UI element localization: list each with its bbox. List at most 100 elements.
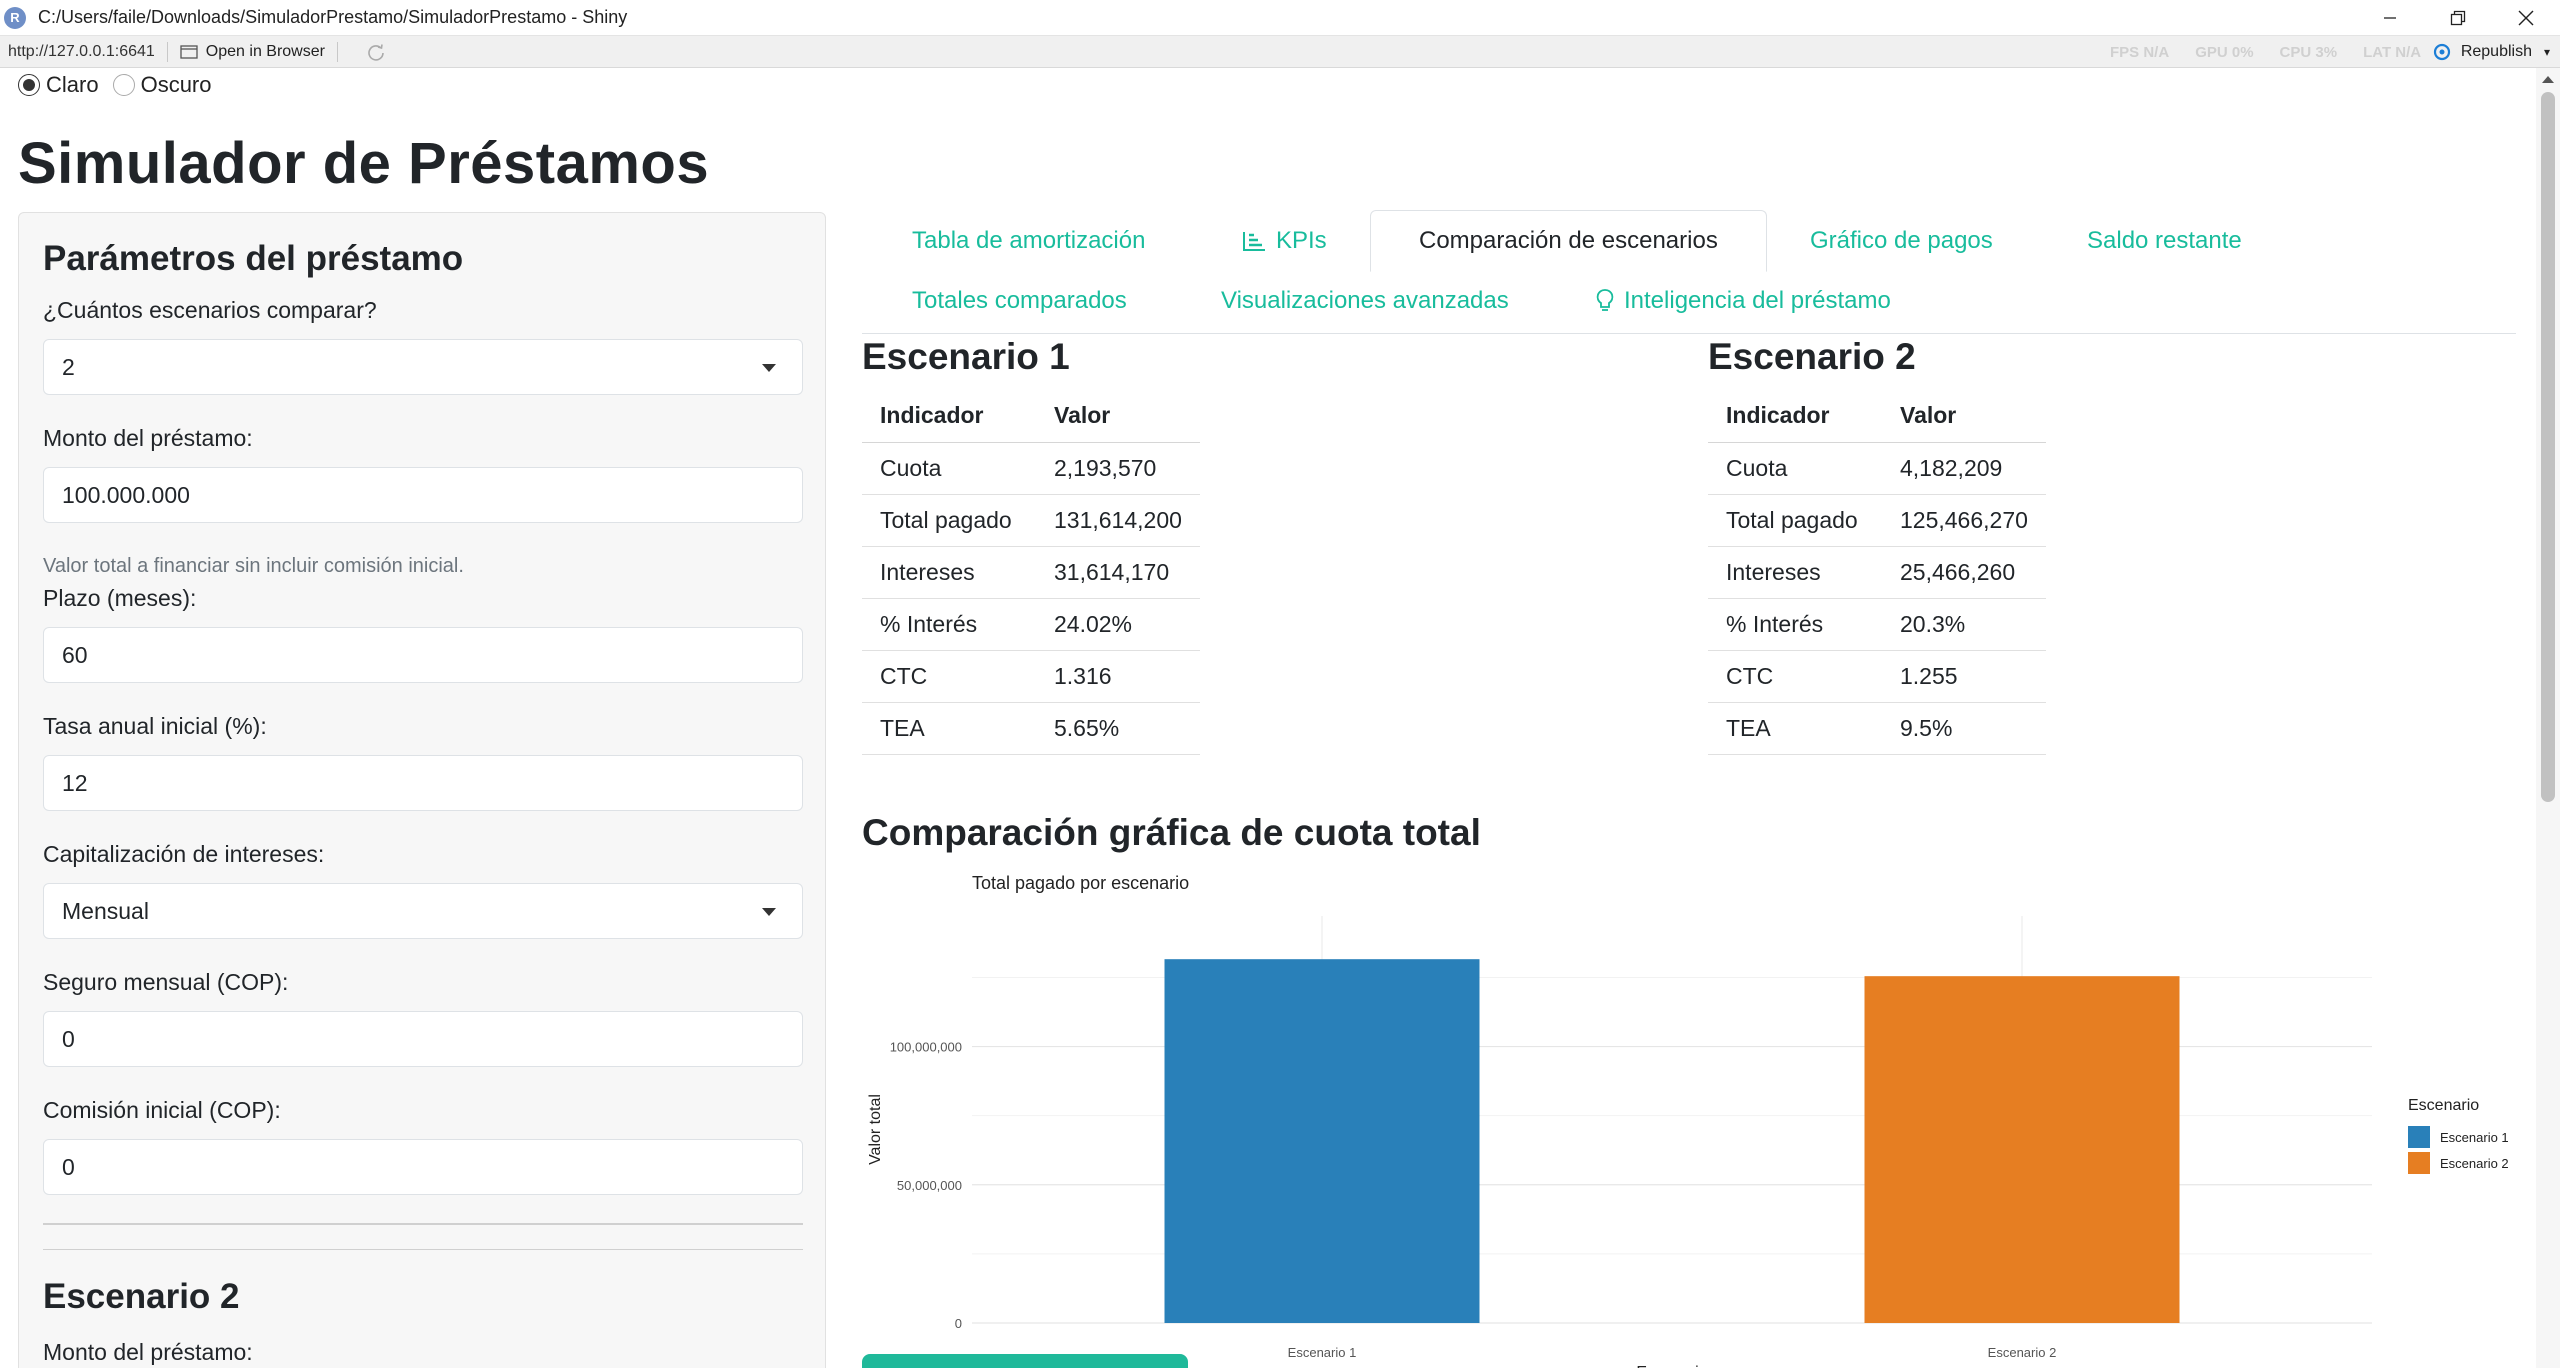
term-input[interactable]: 60 <box>43 627 803 683</box>
table-row: Cuota 2,193,570 <box>862 442 1200 495</box>
x-tick-label: Escenario 1 <box>1288 1345 1357 1360</box>
legend-label: Escenario 2 <box>2440 1156 2509 1171</box>
scenario2-amount-label: Monto del préstamo: <box>43 1339 253 1365</box>
scroll-up-icon[interactable] <box>2542 76 2554 83</box>
tab-kpis[interactable]: KPIs <box>1242 210 1327 272</box>
value-cell: 1.255 <box>1882 650 2046 703</box>
chevron-down-icon[interactable]: ▾ <box>2544 45 2550 59</box>
theme-selector: Claro Oscuro <box>18 72 226 98</box>
scenario2-title: Escenario 2 <box>1708 336 1916 377</box>
column-header: Indicador <box>862 390 1036 443</box>
y-tick-label: 100,000,000 <box>890 1040 962 1055</box>
close-button[interactable] <box>2492 0 2560 36</box>
tab-label: Comparación de escenarios <box>1419 227 1718 254</box>
value-cell: 9.5% <box>1882 702 2046 755</box>
table-row: TEA 9.5% <box>1708 702 2046 755</box>
value-cell: 125,466,270 <box>1882 494 2046 547</box>
y-axis-label: Valor total <box>867 1094 884 1165</box>
chevron-down-icon <box>762 908 776 916</box>
legend-label: Escenario 1 <box>2440 1130 2509 1145</box>
open-in-browser-button[interactable]: Open in Browser <box>180 43 325 61</box>
total-paid-bar-chart: Total pagado por escenario 0 50,000,000 100… <box>867 873 2509 1368</box>
refresh-icon[interactable] <box>366 42 386 62</box>
scenario2-table: Indicador Valor Cuota 4,182,209 Total pag… <box>1708 390 2046 755</box>
indicator-cell: Intereses <box>1708 546 1882 599</box>
column-header: Indicador <box>1708 390 1882 443</box>
page-scrollbar[interactable] <box>2536 68 2560 1368</box>
republish-icon <box>2433 43 2450 61</box>
radio-claro[interactable] <box>18 74 40 96</box>
fps-stat: FPS N/A <box>2110 43 2170 61</box>
radio-oscuro-label[interactable]: Oscuro <box>141 72 212 98</box>
indicator-cell: TEA <box>1708 702 1882 755</box>
tab-payments-chart[interactable]: Gráfico de pagos <box>1810 210 1993 272</box>
republish-button[interactable]: Republish ▾ <box>2431 36 2550 68</box>
amount-value: 100.000.000 <box>62 481 190 508</box>
tab-advanced-visualizations[interactable]: Visualizaciones avanzadas <box>1221 270 1509 332</box>
indicator-cell: Cuota <box>862 442 1036 495</box>
scenario1-title: Escenario 1 <box>862 336 1070 377</box>
y-tick-label: 0 <box>955 1316 962 1331</box>
lat-stat: LAT N/A <box>2363 43 2422 61</box>
download-button[interactable] <box>862 1354 1188 1368</box>
legend-swatch <box>2408 1126 2430 1148</box>
bar-chart-icon <box>1243 232 1265 251</box>
capitalization-label: Capitalización de intereses: <box>43 841 325 867</box>
tab-compared-totals[interactable]: Totales comparados <box>912 270 1127 332</box>
indicator-cell: Intereses <box>862 546 1036 599</box>
table-row: CTC 1.255 <box>1708 650 2046 703</box>
scenarios-value: 2 <box>62 353 75 380</box>
indicator-cell: Total pagado <box>862 494 1036 547</box>
open-in-browser-label: Open in Browser <box>205 42 325 60</box>
gpu-stat: GPU 0% <box>2195 43 2254 61</box>
tab-label: Totales comparados <box>912 287 1127 314</box>
perf-stats: FPS N/A GPU 0% CPU 3% LAT N/A <box>2110 36 2421 68</box>
sidebar-panel: Parámetros del préstamo ¿Cuántos escenar… <box>18 212 826 1368</box>
scrollbar-thumb[interactable] <box>2541 92 2555 802</box>
indicator-cell: % Interés <box>862 598 1036 651</box>
tab-label: Tabla de amortización <box>912 227 1146 254</box>
rate-label: Tasa anual inicial (%): <box>43 713 267 739</box>
scenarios-label: ¿Cuántos escenarios comparar? <box>43 297 377 323</box>
sidebar-divider <box>43 1249 803 1250</box>
page-title: Simulador de Préstamos <box>18 131 710 196</box>
tab-label: Visualizaciones avanzadas <box>1221 287 1509 314</box>
radio-claro-label[interactable]: Claro <box>46 72 99 98</box>
table-row: TEA 5.65% <box>862 702 1200 755</box>
capitalization-value: Mensual <box>62 897 149 924</box>
value-cell: 24.02% <box>1036 598 1200 651</box>
table-row: Total pagado 131,614,200 <box>862 494 1200 547</box>
amount-input[interactable]: 100.000.000 <box>43 467 803 523</box>
commission-input[interactable]: 0 <box>43 1139 803 1195</box>
tab-remaining-balance[interactable]: Saldo restante <box>2087 210 2242 272</box>
tab-amortization[interactable]: Tabla de amortización <box>912 210 1145 272</box>
window-controls <box>2356 0 2560 36</box>
indicator-cell: CTC <box>1708 650 1882 703</box>
window-title: C:/Users/faile/Downloads/SimuladorPresta… <box>38 7 628 27</box>
radio-oscuro[interactable] <box>112 74 135 96</box>
indicator-cell: % Interés <box>1708 598 1882 651</box>
capitalization-select[interactable]: Mensual <box>43 883 803 939</box>
value-cell: 31,614,170 <box>1036 546 1200 599</box>
x-tick-label: Escenario 2 <box>1988 1345 2057 1360</box>
restore-icon <box>2450 10 2466 26</box>
tab-loan-intelligence[interactable]: Inteligencia del préstamo <box>1596 270 1891 332</box>
tab-scenario-comparison[interactable]: Comparación de escenarios <box>1370 210 1767 272</box>
insurance-input[interactable]: 0 <box>43 1011 803 1067</box>
chevron-down-icon <box>762 364 776 372</box>
scenarios-select[interactable]: 2 <box>43 339 803 395</box>
table-row: % Interés 20.3% <box>1708 598 2046 651</box>
lightbulb-icon <box>1596 289 1614 311</box>
minimize-button[interactable] <box>2356 0 2424 36</box>
rate-value: 12 <box>62 769 88 796</box>
url-text[interactable]: http://127.0.0.1:6641 <box>8 43 155 61</box>
value-cell: 4,182,209 <box>1882 442 2046 495</box>
tab-label: Gráfico de pagos <box>1810 227 1993 254</box>
rate-input[interactable]: 12 <box>43 755 803 811</box>
tab-label: Inteligencia del préstamo <box>1624 287 1891 314</box>
indicator-cell: Total pagado <box>1708 494 1882 547</box>
restore-button[interactable] <box>2424 0 2492 36</box>
value-cell: 2,193,570 <box>1036 442 1200 495</box>
tab-label: KPIs <box>1276 227 1327 254</box>
indicator-cell: TEA <box>862 702 1036 755</box>
